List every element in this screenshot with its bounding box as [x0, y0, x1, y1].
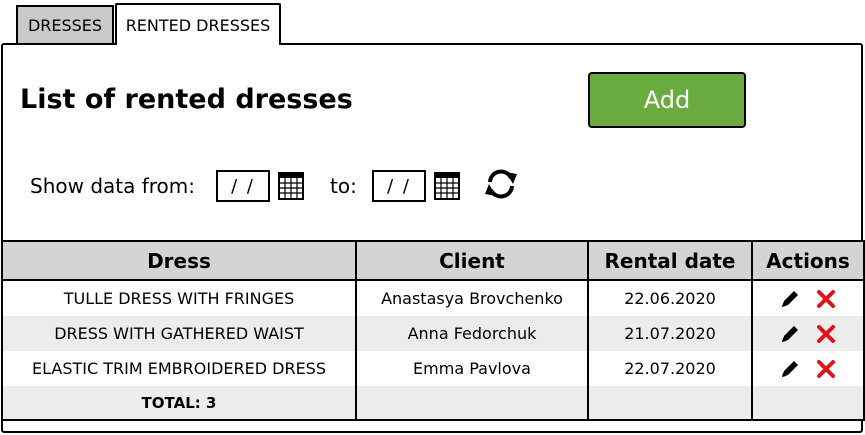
empty-cell: [751, 386, 865, 421]
tab-label: DRESSES: [27, 15, 103, 35]
column-header-actions: Actions: [751, 240, 865, 281]
rental-date-cell: 22.06.2020: [587, 280, 753, 316]
active-tab-joint: [117, 41, 279, 46]
column-header-dress[interactable]: Dress: [1, 240, 357, 281]
rented-dresses-table: Dress Client Rental date Actions TULLE D…: [1, 240, 865, 421]
rental-date-cell: 21.07.2020: [587, 316, 753, 351]
client-cell: Anna Fedorchuk: [355, 316, 589, 351]
calendar-icon[interactable]: [278, 172, 304, 200]
table-row[interactable]: ELASTIC TRIM EMBROIDERED DRESS Emma Pavl…: [1, 351, 865, 386]
pencil-icon[interactable]: [779, 323, 801, 345]
add-button-label: Add: [643, 86, 691, 114]
pencil-icon[interactable]: [779, 358, 801, 380]
refresh-icon[interactable]: [482, 166, 520, 202]
date-to-input[interactable]: / /: [372, 170, 426, 202]
total-cell: TOTAL: 3: [1, 386, 357, 421]
table-row[interactable]: DRESS WITH GATHERED WAIST Anna Fedorchuk…: [1, 316, 865, 351]
add-button[interactable]: Add: [588, 72, 746, 128]
dress-cell: ELASTIC TRIM EMBROIDERED DRESS: [1, 351, 357, 386]
close-icon[interactable]: [815, 288, 837, 310]
tab-bar: DRESSES RENTED DRESSES: [0, 0, 865, 46]
date-from-input[interactable]: / /: [216, 170, 270, 202]
page-title: List of rented dresses: [20, 84, 353, 115]
actions-cell: [751, 316, 865, 351]
filter-to-label: to:: [330, 174, 357, 198]
tab-label: RENTED DRESSES: [125, 15, 271, 35]
calendar-icon[interactable]: [434, 172, 460, 200]
actions-cell: [751, 280, 865, 316]
client-cell: Emma Pavlova: [355, 351, 589, 386]
table-row[interactable]: TULLE DRESS WITH FRINGES Anastasya Brovc…: [1, 280, 865, 316]
filter-from-label: Show data from:: [30, 174, 196, 198]
tab-rented-dresses[interactable]: RENTED DRESSES: [115, 3, 281, 45]
actions-cell: [751, 351, 865, 386]
close-icon[interactable]: [815, 323, 837, 345]
empty-cell: [587, 386, 753, 421]
empty-cell: [355, 386, 589, 421]
table-header-row: Dress Client Rental date Actions: [1, 240, 865, 281]
rental-date-cell: 22.07.2020: [587, 351, 753, 386]
tab-dresses[interactable]: DRESSES: [16, 5, 114, 43]
client-cell: Anastasya Brovchenko: [355, 280, 589, 316]
column-header-client[interactable]: Client: [355, 240, 589, 281]
dress-cell: DRESS WITH GATHERED WAIST: [1, 316, 357, 351]
total-row: TOTAL: 3: [1, 386, 865, 421]
dress-cell: TULLE DRESS WITH FRINGES: [1, 280, 357, 316]
close-icon[interactable]: [815, 358, 837, 380]
column-header-rental-date[interactable]: Rental date: [587, 240, 753, 281]
pencil-icon[interactable]: [779, 288, 801, 310]
